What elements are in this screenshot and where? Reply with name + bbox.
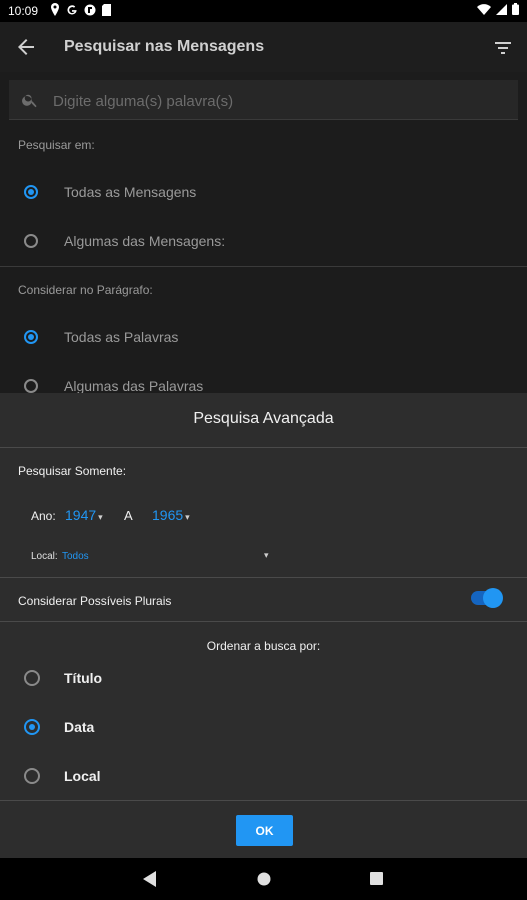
radio-label: Algumas das Mensagens:: [64, 233, 226, 249]
order-option-place[interactable]: Local: [24, 763, 101, 789]
app-bar: Pesquisar nas Mensagens: [0, 22, 527, 72]
radio-unchecked[interactable]: [24, 768, 40, 784]
year-from-select[interactable]: 1947 ▾: [65, 507, 103, 523]
section-divider: [0, 266, 527, 267]
system-nav-bar: [0, 858, 527, 900]
status-time: 10:09: [8, 4, 39, 18]
radio-unchecked[interactable]: [24, 234, 38, 248]
signal-icon: [496, 3, 507, 15]
place-label: Local:: [31, 551, 58, 562]
sd-card-icon: [102, 3, 111, 16]
year-label: Ano:: [31, 509, 56, 523]
order-option-label: Data: [64, 719, 95, 735]
radio-checked[interactable]: [24, 330, 38, 344]
status-system-icons: [477, 3, 519, 15]
nav-recents-icon[interactable]: [370, 872, 383, 885]
google-icon: [67, 4, 77, 14]
search-only-label: Pesquisar Somente:: [18, 464, 127, 478]
year-to-value: 1965: [152, 507, 184, 523]
location-icon: [51, 3, 59, 16]
plurals-toggle[interactable]: [471, 588, 503, 608]
dialog-divider: [0, 447, 527, 448]
filter-icon[interactable]: [491, 36, 515, 60]
radio-unchecked[interactable]: [24, 379, 38, 393]
ok-button[interactable]: OK: [236, 815, 293, 846]
toggle-knob: [483, 588, 503, 608]
status-notification-icons: [50, 3, 111, 16]
search-input[interactable]: [51, 88, 495, 114]
search-box: [9, 80, 518, 120]
dialog-divider: [0, 800, 527, 801]
order-option-date[interactable]: Data: [24, 714, 94, 740]
app-notification-icon: [84, 4, 96, 15]
paragraph-option-all[interactable]: Todas as Palavras: [24, 325, 178, 349]
search-in-option-all[interactable]: Todas as Mensagens: [24, 180, 196, 204]
back-arrow-icon[interactable]: [14, 35, 38, 59]
nav-home-icon[interactable]: [257, 872, 271, 886]
radio-checked[interactable]: [24, 185, 38, 199]
year-from-value: 1947: [65, 507, 97, 523]
radio-label: Todas as Mensagens: [64, 184, 197, 200]
page-title: Pesquisar nas Mensagens: [64, 38, 265, 55]
place-value[interactable]: Todos: [62, 551, 89, 562]
place-dropdown-caret-icon[interactable]: ▾: [264, 550, 269, 561]
plurals-label: Considerar Possíveis Plurais: [18, 594, 172, 608]
radio-checked[interactable]: [24, 719, 40, 735]
dialog-title: Pesquisa Avançada: [193, 410, 334, 427]
order-option-label: Local: [64, 768, 101, 784]
nav-back-icon[interactable]: [143, 871, 157, 887]
year-to-select[interactable]: 1965 ▾: [152, 507, 190, 523]
dropdown-caret-icon: ▾: [185, 512, 190, 522]
paragraph-label: Considerar no Parágrafo:: [18, 283, 153, 297]
search-in-label: Pesquisar em:: [18, 138, 95, 152]
order-option-label: Título: [64, 670, 103, 686]
search-icon: [22, 94, 37, 108]
radio-unchecked[interactable]: [24, 670, 40, 686]
dropdown-caret-icon: ▾: [98, 512, 103, 522]
advanced-search-dialog: Pesquisa Avançada Pesquisar Somente: Ano…: [0, 393, 527, 858]
dialog-divider: [0, 577, 527, 578]
battery-icon: [512, 3, 519, 15]
wifi-icon: [477, 3, 491, 15]
order-label: Ordenar a busca por:: [206, 639, 321, 653]
radio-label: Todas as Palavras: [64, 329, 179, 345]
order-option-title[interactable]: Título: [24, 665, 102, 691]
dialog-divider: [0, 621, 527, 622]
year-to-label: A: [124, 508, 133, 523]
radio-label: Algumas das Palavras: [64, 378, 204, 394]
status-bar: 10:09: [0, 0, 527, 22]
search-in-option-some[interactable]: Algumas das Mensagens:: [24, 229, 225, 253]
